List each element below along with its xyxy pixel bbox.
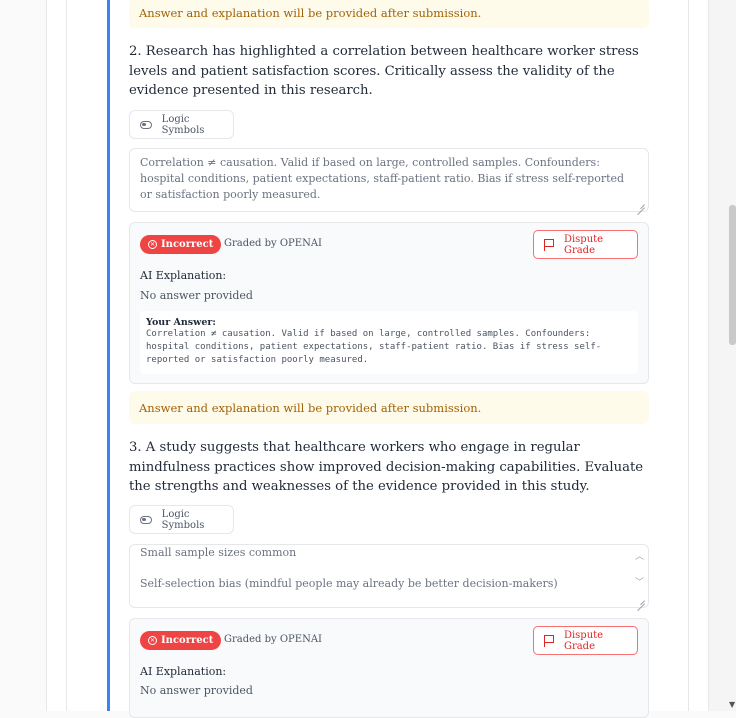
your-answer-label: Your Answer: xyxy=(146,317,216,328)
resize-handle-icon[interactable] xyxy=(634,593,646,605)
section-accent-bar xyxy=(107,0,110,711)
ai-explanation-label: AI Explanation: xyxy=(140,269,227,282)
scroll-down-arrow-icon[interactable]: ▼ xyxy=(729,700,735,709)
incorrect-badge-label: Incorrect xyxy=(161,239,214,250)
logic-symbols-button-3[interactable]: Logic Symbols xyxy=(129,505,234,534)
content-border-right xyxy=(688,0,689,711)
graded-by-label: Graded by OPENAI xyxy=(224,634,323,645)
answer-textarea-3-line2: Self-selection bias (mindful people may … xyxy=(140,577,558,590)
chevron-up-icon[interactable]: ︿ xyxy=(635,549,644,565)
chevron-down-icon[interactable]: ﹀ xyxy=(635,575,644,591)
your-answer-box: Your Answer: Correlation ≠ causation. Va… xyxy=(140,311,638,374)
answer-notice-2: Answer and explanation will be provided … xyxy=(129,391,649,424)
answer-textarea-2[interactable]: Correlation ≠ causation. Valid if based … xyxy=(129,148,649,212)
page-scrollbar[interactable] xyxy=(708,0,736,711)
answer-notice-text: Answer and explanation will be provided … xyxy=(139,6,482,20)
grade-card-2: ✕ Incorrect Graded by OPENAI Dispute Gra… xyxy=(129,222,649,384)
grade-card-3: ✕ Incorrect Graded by OPENAI Dispute Gra… xyxy=(129,618,649,718)
content-border-left xyxy=(66,0,67,711)
incorrect-badge: ✕ Incorrect xyxy=(140,235,222,254)
left-gutter xyxy=(0,0,47,711)
flag-icon xyxy=(544,238,554,251)
graded-by-label: Graded by OPENAI xyxy=(224,238,323,249)
scrollbar-thumb[interactable] xyxy=(729,205,736,345)
question-3-text: 3. A study suggests that healthcare work… xyxy=(129,440,644,494)
logic-symbols-button[interactable]: Logic Symbols xyxy=(129,110,234,139)
dispute-grade-label: Dispute Grade xyxy=(563,233,604,256)
incorrect-badge: ✕ Incorrect xyxy=(140,631,222,650)
incorrect-badge-label: Incorrect xyxy=(161,635,214,646)
dispute-grade-button[interactable]: Dispute Grade xyxy=(533,626,638,655)
ai-explanation-text: No answer provided xyxy=(140,289,253,302)
x-circle-icon: ✕ xyxy=(148,240,157,249)
answer-notice-2-text: Answer and explanation will be provided … xyxy=(139,400,482,415)
ai-explanation-label: AI Explanation: xyxy=(140,665,227,678)
textarea-scrollbar[interactable]: ︿ ﹀ xyxy=(632,547,646,597)
answer-textarea-2-text: Correlation ≠ causation. Valid if based … xyxy=(140,156,625,201)
logic-symbols-label: Logic Symbols xyxy=(161,508,205,531)
resize-handle-icon[interactable] xyxy=(634,197,646,209)
toggle-icon xyxy=(140,515,152,524)
app-window: Answer and explanation will be provided … xyxy=(0,0,736,718)
ai-explanation-text: No answer provided xyxy=(140,684,253,697)
dispute-grade-label: Dispute Grade xyxy=(563,629,604,652)
answer-notice: Answer and explanation will be provided … xyxy=(129,0,649,28)
dispute-grade-button[interactable]: Dispute Grade xyxy=(533,230,638,259)
logic-symbols-label: Logic Symbols xyxy=(161,113,205,136)
answer-textarea-3-line1: Small sample sizes common xyxy=(140,546,297,559)
toggle-icon xyxy=(140,120,152,129)
answer-textarea-3[interactable]: Small sample sizes common Self-selection… xyxy=(129,544,649,608)
flag-icon xyxy=(544,634,554,647)
your-answer-text: Correlation ≠ causation. Valid if based … xyxy=(146,329,602,365)
question-2-text: 2. Research has highlighted a correlatio… xyxy=(129,44,639,98)
x-circle-icon: ✕ xyxy=(148,636,157,645)
